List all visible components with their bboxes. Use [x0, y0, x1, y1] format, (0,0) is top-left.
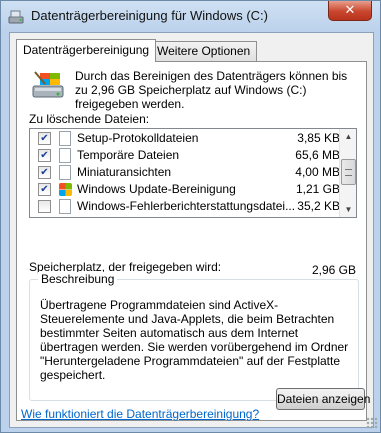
scroll-thumb[interactable] — [341, 159, 356, 185]
windows-icon — [59, 183, 72, 196]
file-icon — [59, 199, 71, 214]
intro-text: Durch das Bereinigen des Datenträgers kö… — [75, 69, 348, 111]
checkbox[interactable]: ✔ — [38, 183, 51, 196]
close-button[interactable]: ✕ — [328, 1, 372, 21]
list-item[interactable]: ✔ Miniaturansichten 4,00 MB — [30, 164, 340, 181]
files-label: Zu löschende Dateien: — [29, 112, 150, 126]
help-link[interactable]: Wie funktioniert die Datenträgerbereinig… — [21, 407, 259, 421]
checkbox[interactable]: ✔ — [38, 132, 51, 145]
tab-datentraegerbereinigung[interactable]: Datenträgerbereinigung — [16, 39, 157, 62]
checkbox[interactable]: ✔ — [38, 166, 51, 179]
list-item[interactable]: ✔ Temporäre Dateien 65,6 MB — [30, 147, 340, 164]
file-name: Temporäre Dateien — [77, 148, 180, 162]
file-list: ✔ Setup-Protokolldateien 3,85 KB ✔ Tempo… — [29, 128, 357, 218]
file-size: 1,21 GB — [295, 182, 340, 196]
file-icon — [59, 131, 71, 146]
file-size: 4,00 MB — [295, 165, 340, 179]
tab-panel: Durch das Bereinigen des Datenträgers kö… — [16, 61, 370, 421]
scroll-up-icon[interactable]: ▲ — [341, 129, 356, 144]
list-item[interactable]: ✔ Setup-Protokolldateien 3,85 KB — [30, 130, 340, 147]
description-title: Beschreibung — [38, 272, 118, 286]
file-size: 35,2 KB — [297, 199, 340, 213]
description-group: Beschreibung Übertragene Programmdateien… — [29, 272, 370, 410]
vertical-scrollbar[interactable]: ▲ ▼ — [339, 129, 356, 217]
client-area: Datenträgerbereinigung Weitere Optionen … — [9, 32, 374, 428]
resize-grip[interactable] — [366, 417, 378, 429]
file-name: Windows Update-Bereinigung — [77, 182, 236, 196]
scroll-down-icon[interactable]: ▼ — [341, 202, 356, 217]
view-files-button[interactable]: Dateien anzeigen — [276, 388, 370, 410]
list-item[interactable]: ✔ Windows Update-Bereinigung 1,21 GB — [30, 181, 340, 198]
window-title: Datenträgerbereinigung für Windows (C:) — [31, 8, 268, 23]
drive-cleanup-icon — [32, 71, 64, 98]
title-bar[interactable]: Datenträgerbereinigung für Windows (C:) … — [1, 1, 380, 33]
file-icon — [59, 165, 71, 180]
freed-space-value: 2,96 GB — [311, 263, 356, 277]
description-text: Übertragene Programmdateien sind ActiveX… — [40, 298, 349, 382]
checkbox[interactable]: ✔ — [38, 149, 51, 162]
file-icon — [59, 148, 71, 163]
tab-weitere-optionen[interactable]: Weitere Optionen — [150, 41, 258, 61]
file-name: Miniaturansichten — [77, 165, 172, 179]
file-name: Windows-Fehlerberichterstattungsdatei... — [77, 199, 296, 213]
file-name: Setup-Protokolldateien — [77, 131, 199, 145]
checkbox[interactable] — [38, 200, 51, 213]
disk-cleanup-icon — [8, 10, 24, 24]
dialog-window: Datenträgerbereinigung für Windows (C:) … — [0, 0, 381, 433]
list-item[interactable]: Windows-Fehlerberichterstattungsdatei...… — [30, 198, 340, 215]
file-size: 3,85 KB — [297, 131, 340, 145]
file-size: 65,6 MB — [295, 148, 340, 162]
